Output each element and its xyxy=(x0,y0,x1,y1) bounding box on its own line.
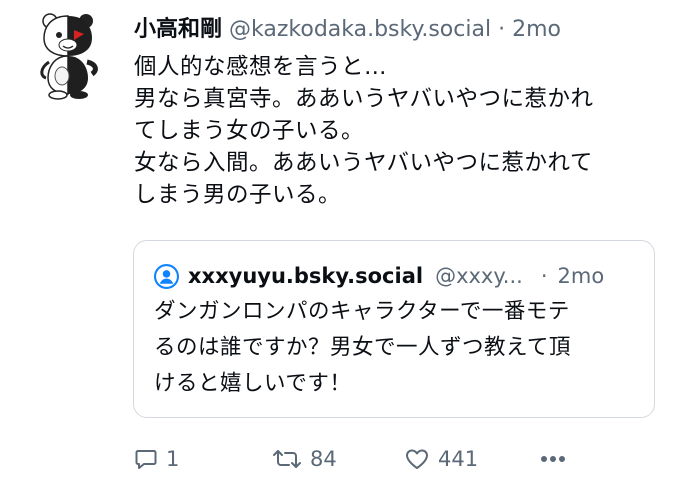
post-text-line: 女なら入間。ああいうヤバいやつに惹かれて xyxy=(134,150,593,176)
repost-count: 84 xyxy=(310,447,337,471)
repost-arrows-icon xyxy=(273,450,301,468)
quoted-text-line: るのは誰ですか？男女で一人ずつ教えて頂 xyxy=(154,335,571,360)
quoted-text-line: ダンガンロンパのキャラクターで一番モテ xyxy=(154,299,570,324)
heart-icon xyxy=(406,449,428,469)
repost-button[interactable]: 84 xyxy=(272,444,337,474)
quoted-author-display-name: xxxyuyu.bsky.social xyxy=(188,264,424,288)
author-avatar[interactable] xyxy=(36,10,102,100)
post-action-bar: 1 84 441 xyxy=(134,444,574,474)
author-display-name[interactable]: 小高和剛 xyxy=(134,17,222,42)
like-button[interactable]: 441 xyxy=(404,444,478,474)
speech-bubble-icon xyxy=(135,450,157,469)
reply-count: 1 xyxy=(166,447,180,471)
post-text-line: 男なら真宮寺。ああいうヤバいやつに惹かれ xyxy=(134,86,594,112)
separator-dot: · xyxy=(540,264,548,288)
quoted-post-timestamp: 2mo xyxy=(557,264,605,288)
ellipsis-icon xyxy=(541,456,565,462)
separator-dot: · xyxy=(498,17,506,42)
quoted-post-body: ダンガンロンパのキャラクターで一番モテ るのは誰ですか？男女で一人ずつ教えて頂 … xyxy=(154,294,634,402)
quoted-author-handle: @xxxy... xyxy=(435,264,523,288)
reply-button[interactable]: 1 xyxy=(134,444,179,474)
quoted-post-header: xxxyuyu.bsky.social @xxxy... · 2mo xyxy=(154,263,604,289)
post-text-line: てしまう女の子いる。 xyxy=(134,118,365,144)
post-text-line: しまう男の子いる。 xyxy=(134,182,342,208)
post-text-line: 個人的な感想を言うと… xyxy=(134,54,388,80)
bear-avatar-image xyxy=(40,13,98,100)
post-body: 個人的な感想を言うと… 男なら真宮寺。ああいうヤバいやつに惹かれ てしまう女の子… xyxy=(134,51,669,211)
default-user-avatar-icon xyxy=(154,263,179,289)
like-count: 441 xyxy=(438,447,479,471)
more-options-button[interactable] xyxy=(538,444,568,474)
post-timestamp[interactable]: 2mo xyxy=(512,17,561,42)
post-header: 小高和剛 @kazkodaka.bsky.social · 2mo xyxy=(134,16,561,44)
author-handle[interactable]: @kazkodaka.bsky.social xyxy=(229,17,491,42)
quoted-post-card[interactable]: xxxyuyu.bsky.social @xxxy... · 2mo ダンガンロ… xyxy=(133,240,655,418)
quoted-text-line: けると嬉しいです！ xyxy=(154,371,352,396)
